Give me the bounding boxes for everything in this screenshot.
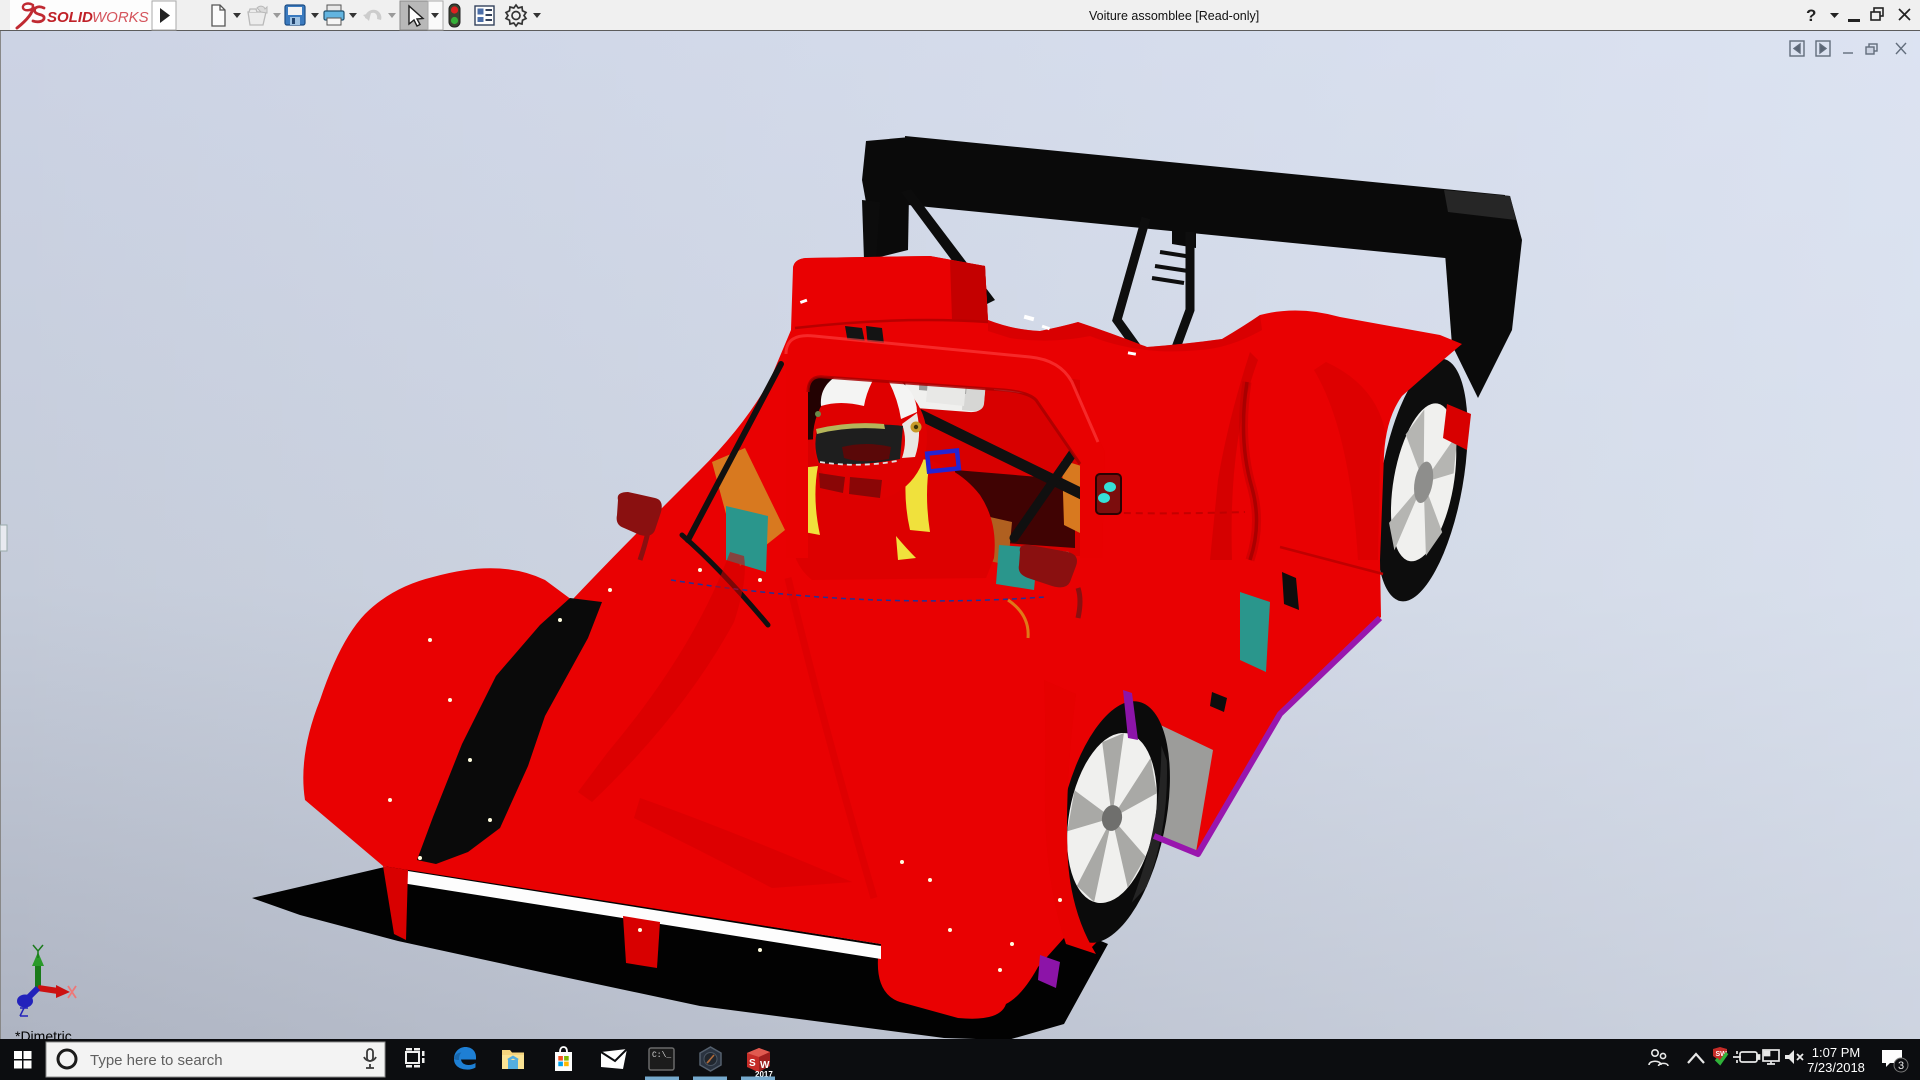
svg-text:WORKS: WORKS <box>92 9 149 26</box>
svg-text:1:07 PM: 1:07 PM <box>1812 1045 1860 1060</box>
svg-text:7/23/2018: 7/23/2018 <box>1807 1060 1865 1075</box>
svg-text:S: S <box>749 1058 756 1069</box>
svg-text:C:\_: C:\_ <box>652 1051 671 1060</box>
svg-text:SOLID: SOLID <box>47 9 93 26</box>
svg-text:?: ? <box>1806 6 1816 25</box>
svg-text:3: 3 <box>1898 1060 1904 1072</box>
svg-text:Type here to search: Type here to search <box>90 1052 223 1069</box>
